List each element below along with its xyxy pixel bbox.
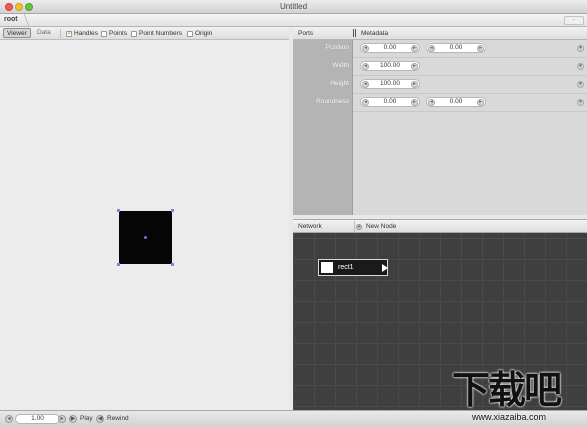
handles-label: Handles bbox=[74, 30, 98, 37]
checkbox-icon bbox=[101, 30, 107, 37]
play-button[interactable]: Play bbox=[80, 415, 93, 422]
handle-bottom-left[interactable] bbox=[117, 263, 120, 266]
width-value: 100.00 bbox=[380, 62, 400, 69]
center-handle[interactable] bbox=[144, 236, 147, 239]
play-icon[interactable]: ▶ bbox=[69, 415, 77, 423]
frame-field[interactable]: 1.00 bbox=[15, 414, 60, 424]
increment-icon[interactable]: ▸ bbox=[411, 81, 418, 88]
metadata-icon bbox=[353, 29, 356, 37]
port-label: Position bbox=[325, 44, 349, 51]
window-title: Untitled bbox=[279, 2, 308, 11]
header-divider bbox=[354, 221, 355, 232]
ports-header: Ports Metadata bbox=[293, 27, 587, 40]
roundness-x-field[interactable]: ◂ 0.00 ▸ bbox=[360, 97, 420, 107]
network-header: Network + New Node bbox=[293, 219, 587, 233]
position-x-field[interactable]: ◂ 0.00 ▸ bbox=[360, 43, 420, 53]
frame-decrement-icon[interactable]: ◂ bbox=[5, 415, 13, 423]
point-numbers-label: Point Numbers bbox=[139, 30, 182, 37]
handle-bottom-right[interactable] bbox=[171, 263, 174, 266]
rectangle-shape[interactable] bbox=[117, 209, 174, 266]
breadcrumb-separator bbox=[18, 14, 30, 26]
expand-icon[interactable]: ▾ bbox=[577, 63, 584, 70]
height-field[interactable]: ◂ 100.00 ▸ bbox=[360, 79, 420, 89]
viewer-toolbar: Viewer Data Handles Points Point Numbers… bbox=[0, 27, 289, 40]
decrement-icon[interactable]: ◂ bbox=[428, 45, 435, 52]
decrement-icon[interactable]: ◂ bbox=[362, 99, 369, 106]
position-y-field[interactable]: ◂ 0.00 ▸ bbox=[426, 43, 486, 53]
increment-icon[interactable]: ▸ bbox=[477, 45, 484, 52]
watermark: 下载吧 www.xiazaiba.com bbox=[452, 370, 587, 427]
watermark-logo: 下载吧 bbox=[452, 368, 562, 412]
breadcrumb: root - bbox=[0, 14, 587, 27]
roundness-x-value: 0.00 bbox=[383, 98, 397, 105]
viewer-canvas[interactable] bbox=[0, 40, 289, 410]
watermark-url: www.xiazaiba.com bbox=[472, 412, 547, 422]
title-bar: Untitled bbox=[0, 0, 587, 14]
breadcrumb-collapse-button[interactable]: - bbox=[564, 16, 584, 25]
decrement-icon[interactable]: ◂ bbox=[362, 63, 369, 70]
points-label: Points bbox=[109, 30, 128, 37]
network-node[interactable]: rect1 bbox=[318, 259, 388, 276]
increment-icon[interactable]: ▸ bbox=[477, 99, 484, 106]
decrement-icon[interactable]: ◂ bbox=[428, 99, 435, 106]
port-row-width: Width ◂ 100.00 ▸ ▾ bbox=[293, 58, 587, 76]
width-field[interactable]: ◂ 100.00 ▸ bbox=[360, 61, 420, 71]
port-row-position: Position ◂ 0.00 ▸ ◂ 0.00 ▸ ▾ bbox=[293, 40, 587, 58]
increment-icon[interactable]: ▸ bbox=[411, 63, 418, 70]
viewer-panel: Viewer Data Handles Points Point Numbers… bbox=[0, 27, 289, 410]
rect-node-icon bbox=[321, 262, 333, 273]
handles-checkbox[interactable]: Handles bbox=[66, 29, 98, 37]
node-output-port[interactable] bbox=[382, 264, 388, 272]
roundness-y-field[interactable]: ◂ 0.00 ▸ bbox=[426, 97, 486, 107]
height-value: 100.00 bbox=[380, 80, 400, 87]
network-title: Network bbox=[298, 223, 322, 230]
expand-icon[interactable]: ▾ bbox=[577, 81, 584, 88]
expand-icon[interactable]: ▾ bbox=[577, 99, 584, 106]
points-checkbox[interactable]: Points bbox=[101, 30, 127, 37]
port-label: Roundness bbox=[316, 98, 349, 105]
origin-label: Origin bbox=[195, 30, 213, 37]
rewind-button[interactable]: Rewind bbox=[107, 415, 129, 422]
handle-top-left[interactable] bbox=[117, 209, 120, 212]
node-label: rect1 bbox=[338, 264, 354, 271]
expand-icon[interactable]: ▾ bbox=[577, 45, 584, 52]
toolbar-divider bbox=[60, 29, 61, 38]
increment-icon[interactable]: ▸ bbox=[411, 45, 418, 52]
metadata-label: Metadata bbox=[361, 29, 389, 37]
port-row-height: Height ◂ 100.00 ▸ ▾ bbox=[293, 76, 587, 94]
rewind-icon[interactable]: ◀ bbox=[96, 415, 104, 423]
checkbox-icon bbox=[131, 30, 137, 37]
checkbox-icon bbox=[66, 29, 73, 37]
handle-top-right[interactable] bbox=[171, 209, 174, 212]
new-node-label: New Node bbox=[366, 223, 397, 230]
metadata-button[interactable]: Metadata bbox=[353, 29, 388, 37]
point-numbers-checkbox[interactable]: Point Numbers bbox=[131, 30, 182, 37]
position-y-value: 0.00 bbox=[449, 44, 463, 51]
new-node-button[interactable]: + New Node bbox=[356, 223, 396, 230]
port-label: Width bbox=[332, 62, 349, 69]
port-label: Height bbox=[330, 80, 349, 87]
port-row-roundness: Roundness ◂ 0.00 ▸ ◂ 0.00 ▸ ▾ bbox=[293, 94, 587, 112]
ports-title: Ports bbox=[298, 30, 314, 37]
plus-icon: + bbox=[356, 223, 362, 230]
breadcrumb-root[interactable]: root bbox=[4, 16, 18, 23]
decrement-icon[interactable]: ◂ bbox=[362, 45, 369, 52]
origin-checkbox[interactable]: Origin bbox=[187, 30, 212, 37]
increment-icon[interactable]: ▸ bbox=[411, 99, 418, 106]
checkbox-icon bbox=[187, 30, 193, 37]
tab-viewer[interactable]: Viewer bbox=[3, 28, 31, 38]
tab-data[interactable]: Data bbox=[34, 28, 54, 38]
roundness-y-value: 0.00 bbox=[449, 98, 463, 105]
frame-increment-icon[interactable]: ▸ bbox=[58, 415, 66, 423]
decrement-icon[interactable]: ◂ bbox=[362, 81, 369, 88]
position-x-value: 0.00 bbox=[383, 44, 397, 51]
row-divider bbox=[353, 111, 587, 112]
